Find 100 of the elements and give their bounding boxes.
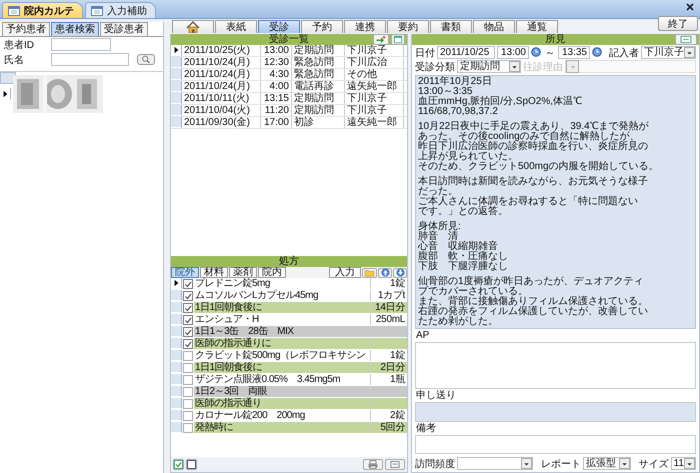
checkbox[interactable] <box>183 290 193 300</box>
empty-box-icon <box>187 460 196 469</box>
nav-tab[interactable]: 受診 <box>258 20 300 33</box>
clock-button[interactable] <box>592 47 603 58</box>
table-cell: 下川京子 <box>345 93 404 104</box>
text-line: あった。その後coolingのみで自然に解熱したが、 <box>418 132 641 142</box>
section-header: 所見 <box>412 34 699 45</box>
checkbox[interactable] <box>183 422 193 432</box>
checkbox[interactable] <box>183 302 193 312</box>
field-label: 受診分類 <box>415 60 455 74</box>
panel-tab[interactable]: 院内 <box>258 267 286 278</box>
ap-text-area[interactable] <box>415 342 696 389</box>
field-label: 日付 <box>415 46 435 60</box>
size-dropdown[interactable]: 11 <box>670 457 696 470</box>
text-line: 腹部 軟・圧痛なし <box>418 252 509 262</box>
window-tab[interactable]: 院内カルテ <box>2 2 83 18</box>
checkbox[interactable] <box>183 278 193 288</box>
panel-tab[interactable]: 材料 <box>200 267 228 278</box>
table-cell-text: 1カプt <box>376 290 406 301</box>
panel-tab[interactable]: 予約患者 <box>2 22 50 36</box>
checkbox[interactable] <box>183 398 193 408</box>
dropdown-button[interactable] <box>509 61 520 72</box>
table-cell <box>371 386 407 397</box>
input-button[interactable]: 入力 <box>329 267 361 278</box>
panel-tab[interactable]: 患者検索 <box>51 22 99 36</box>
table-cell: 定期訪問 <box>292 93 345 104</box>
print-button[interactable] <box>363 459 383 470</box>
window-tab[interactable]: 入力補助 <box>85 2 156 18</box>
search-icon <box>140 55 152 64</box>
add-button[interactable] <box>373 34 389 45</box>
dropdown-button[interactable] <box>684 458 695 469</box>
range-separator: ～ <box>545 46 555 60</box>
panel-tab[interactable]: 薬剤 <box>229 267 257 278</box>
close-icon[interactable] <box>686 2 694 10</box>
dropdown-button[interactable] <box>684 47 695 58</box>
nav-tab[interactable]: 表紙 <box>215 20 257 33</box>
field-label: サイズ <box>638 458 669 470</box>
window-button[interactable] <box>391 34 405 45</box>
folder-button[interactable] <box>362 268 377 278</box>
checkbox[interactable] <box>183 386 193 396</box>
nav-tab[interactable] <box>172 20 214 33</box>
text-line: 身体所見: <box>418 222 462 232</box>
table-cell-text: 2錠 <box>389 410 406 421</box>
dropdown-button[interactable] <box>618 458 630 469</box>
move-up-button[interactable] <box>378 268 392 278</box>
checkbox[interactable] <box>183 350 193 360</box>
name-field[interactable] <box>51 53 129 66</box>
checkbox[interactable] <box>183 362 193 372</box>
nav-tab[interactable]: 通覧 <box>516 20 558 33</box>
field-label: 備考 <box>415 422 437 435</box>
nav-tab[interactable]: 物品 <box>473 20 515 33</box>
text-line: 本日訪問時は新聞を読みながら、お元気そうな様子 <box>418 177 649 187</box>
table-cell: 遠矢純一郎 <box>345 81 404 92</box>
move-down-button[interactable] <box>393 268 407 278</box>
table-cell: 4:00 <box>261 81 292 92</box>
field-label: 申し送り <box>415 389 457 402</box>
clock-button[interactable] <box>531 47 542 58</box>
text-line: 心音 収縮期雑音 <box>418 242 499 252</box>
check-all-button[interactable] <box>173 459 184 470</box>
report-dropdown[interactable]: 拡張型 <box>582 457 631 470</box>
table-cell-text: 1瓶 <box>389 374 406 385</box>
author-dropdown[interactable]: 下川京子 <box>641 46 696 59</box>
panel-tab[interactable]: 院外 <box>171 267 199 278</box>
exit-button[interactable]: 終了 <box>658 16 698 31</box>
category-dropdown[interactable]: 定期訪問 <box>457 60 521 73</box>
form-icon <box>8 6 20 16</box>
field-label: レポート <box>540 458 581 470</box>
panel-tab[interactable]: 受診患者 <box>100 22 148 36</box>
findings-text-area[interactable] <box>415 75 696 329</box>
handover-text-area[interactable] <box>415 402 696 422</box>
dropdown-button[interactable] <box>520 458 532 469</box>
nav-tab[interactable]: 連携 <box>344 20 386 33</box>
window-icon <box>679 35 693 44</box>
checkbox[interactable] <box>183 314 193 324</box>
table-cell: 2011/10/25(火) <box>182 45 261 56</box>
field-label: 訪問頻度 <box>415 458 455 470</box>
text-line: 116/68,70,98,37.2 <box>418 107 499 117</box>
time-field[interactable]: 13:00 <box>497 46 529 59</box>
search-button[interactable] <box>137 54 155 65</box>
nav-tab[interactable]: 予約 <box>301 20 343 33</box>
table-cell-text: 1錠 <box>389 350 406 361</box>
nav-tab[interactable]: 要約 <box>387 20 429 33</box>
nav-tab[interactable]: 書類 <box>430 20 472 33</box>
checkbox[interactable] <box>183 374 193 384</box>
time-field[interactable]: 13:35 <box>558 46 590 59</box>
table-cell: 1日2～3回 両眼 <box>194 386 371 397</box>
checkbox[interactable] <box>183 338 193 348</box>
table-cell: 2011/09/30(金) <box>182 117 261 128</box>
export-button[interactable] <box>385 459 405 470</box>
checkbox[interactable] <box>183 410 193 420</box>
table-cell: 下川広治 <box>345 57 404 68</box>
field-label: 患者ID <box>4 38 35 52</box>
text-line: ブでカバーされている。 <box>418 287 528 297</box>
checkbox[interactable] <box>183 326 193 336</box>
table-cell: 13:15 <box>261 93 292 104</box>
uncheck-all-button[interactable] <box>186 459 197 470</box>
clock-icon <box>592 47 602 57</box>
patient-id-field[interactable] <box>51 38 111 51</box>
date-field[interactable]: 2011/10/25 <box>437 46 495 59</box>
window-icon <box>389 460 401 469</box>
